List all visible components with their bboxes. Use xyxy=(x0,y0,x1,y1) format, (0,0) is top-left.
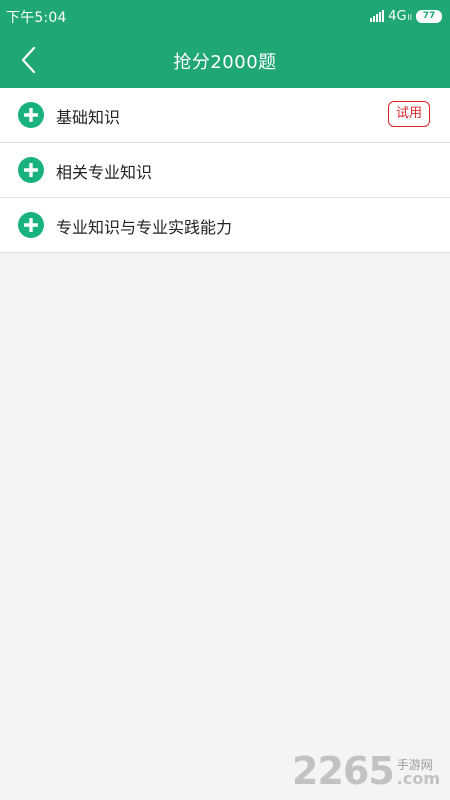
network-sub: ll xyxy=(407,12,412,22)
status-indicators: 4Gll 77 xyxy=(370,7,442,25)
plus-circle-icon xyxy=(18,102,44,128)
watermark-side: 手游网 .com xyxy=(397,759,440,787)
plus-circle-icon xyxy=(18,212,44,238)
network-type: 4Gll xyxy=(388,9,412,24)
signal-icon xyxy=(370,10,385,22)
category-list: 基础知识 试用 相关专业知识 专业知识与专业实践能力 xyxy=(0,88,450,253)
list-item-label: 专业知识与专业实践能力 xyxy=(56,218,233,237)
watermark-logo: 2265 手游网 .com xyxy=(292,752,440,790)
list-item-label: 相关专业知识 xyxy=(56,163,153,182)
list-item-label: 基础知识 xyxy=(56,108,121,127)
plus-circle-icon xyxy=(18,157,44,183)
watermark-com: .com xyxy=(396,769,440,788)
list-item-related-knowledge[interactable]: 相关专业知识 xyxy=(0,143,450,198)
battery-icon: 77 xyxy=(416,9,442,23)
watermark-number: 2265 xyxy=(292,749,395,793)
network-label: 4G xyxy=(388,8,407,24)
trial-badge: 试用 xyxy=(387,101,430,127)
battery-level: 77 xyxy=(422,10,436,21)
list-item-basic-knowledge[interactable]: 基础知识 试用 xyxy=(0,88,450,143)
status-time: 下午5:04 xyxy=(6,10,67,26)
list-item-professional-practice[interactable]: 专业知识与专业实践能力 xyxy=(0,198,450,253)
status-bar: 下午5:04 4Gll 77 xyxy=(0,0,450,32)
app-bar: 抢分2000题 xyxy=(0,32,450,88)
page-title: 抢分2000题 xyxy=(173,52,277,73)
